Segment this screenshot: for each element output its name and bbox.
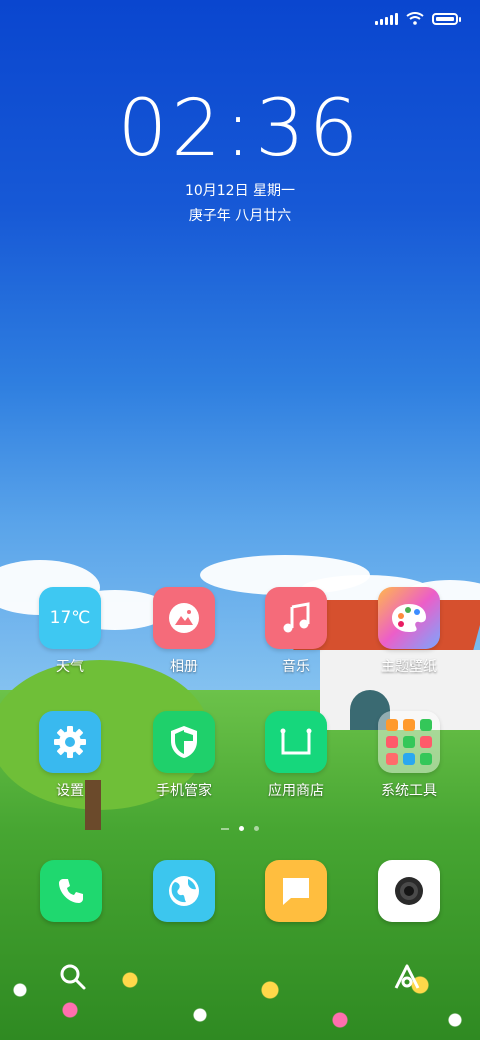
app-label: 应用商店 — [268, 783, 324, 799]
home-indicator — [221, 827, 229, 830]
app-label: 手机管家 — [156, 783, 212, 799]
dock-camera[interactable] — [378, 860, 440, 922]
search-icon[interactable] — [58, 962, 88, 992]
camera-icon — [395, 877, 423, 905]
app-label: 音乐 — [282, 659, 310, 675]
app-music[interactable]: 音乐 — [246, 587, 346, 676]
lunar-date-text: 庚子年 八月廿六 — [188, 208, 292, 224]
folder-system-tools[interactable]: 系统工具 — [359, 711, 459, 800]
app-label: 相册 — [170, 659, 198, 675]
clock-time[interactable]: 02:36 — [0, 90, 480, 168]
status-bar — [0, 0, 480, 40]
app-label: 主题壁纸 — [381, 659, 437, 675]
settings-icon — [39, 711, 101, 773]
gallery-icon — [153, 587, 215, 649]
app-store[interactable]: 应用商店 — [246, 711, 346, 800]
app-label: 设置 — [56, 783, 84, 799]
signal-icon — [375, 12, 398, 25]
app-weather[interactable]: 17℃ 天气 — [20, 587, 120, 676]
page-indicator[interactable] — [0, 826, 480, 831]
weather-icon: 17℃ — [39, 587, 101, 649]
app-settings[interactable]: 设置 — [20, 711, 120, 800]
browser-icon — [169, 876, 199, 906]
messages-icon — [283, 878, 309, 905]
battery-icon — [432, 12, 461, 25]
app-security[interactable]: 手机管家 — [134, 711, 234, 800]
page-dot-2 — [254, 826, 259, 831]
app-label: 天气 — [56, 659, 84, 675]
app-store-icon — [265, 711, 327, 773]
app-label: 系统工具 — [381, 783, 437, 799]
music-icon — [265, 587, 327, 649]
security-icon — [153, 711, 215, 773]
date-text[interactable]: 10月12日 星期一 — [0, 180, 480, 200]
folder-icon — [378, 711, 440, 773]
weather-temp: 17℃ — [49, 608, 91, 628]
assistant-icon[interactable] — [392, 962, 422, 992]
dock-browser[interactable] — [153, 860, 215, 922]
themes-icon — [378, 587, 440, 649]
wifi-icon — [406, 12, 424, 25]
page-dot-1 — [239, 826, 244, 831]
app-themes[interactable]: 主题壁纸 — [359, 587, 459, 676]
dock-messages[interactable] — [265, 860, 327, 922]
app-gallery[interactable]: 相册 — [134, 587, 234, 676]
dock-phone[interactable] — [40, 860, 102, 922]
phone-icon — [59, 879, 83, 903]
